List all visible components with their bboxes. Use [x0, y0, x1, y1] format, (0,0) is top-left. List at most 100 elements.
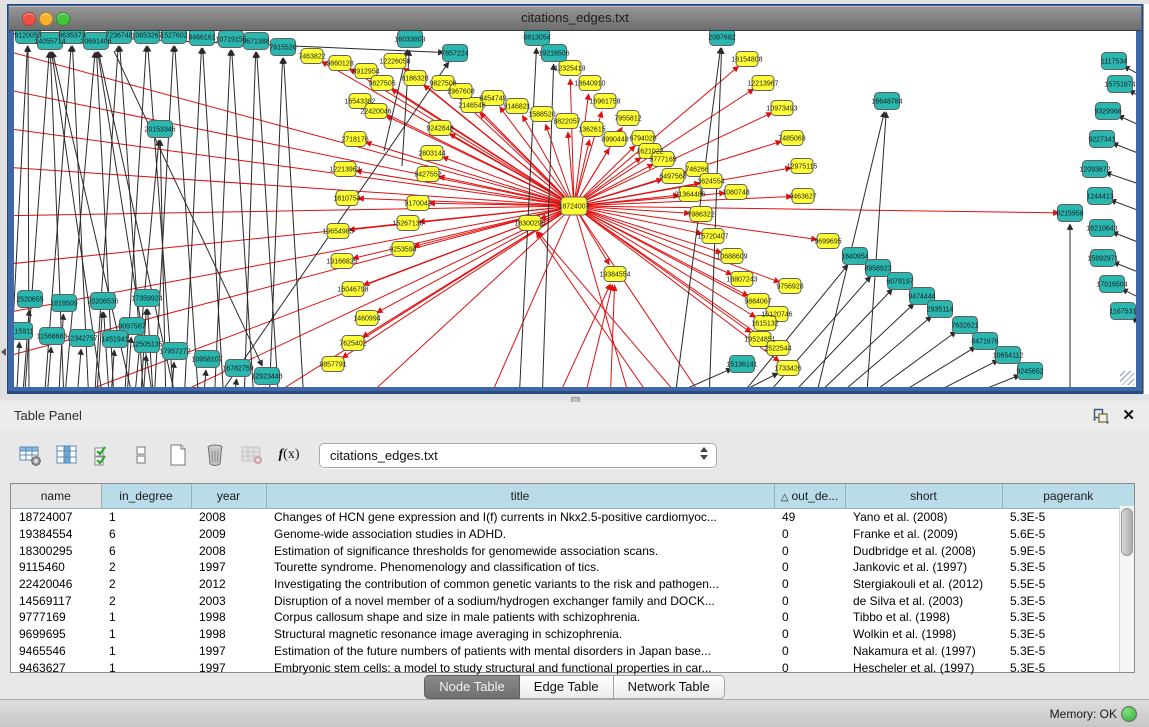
table-cell: 0 — [774, 659, 845, 676]
column-header-title[interactable]: title — [266, 484, 774, 509]
table-gear-button[interactable] — [16, 442, 44, 468]
network-edge[interactable] — [232, 50, 254, 387]
network-edge[interactable] — [1110, 200, 1136, 214]
tab-node-table[interactable]: Node Table — [424, 675, 520, 699]
node-label: 1362615 — [578, 127, 605, 134]
network-edge[interactable] — [16, 342, 19, 387]
table-row[interactable]: 969969511998Structural magnetic resonanc… — [11, 626, 1134, 643]
network-edge[interactable] — [1112, 143, 1136, 157]
column-header-pagerank[interactable]: pagerank — [1002, 484, 1134, 509]
network-window[interactable]: citations_edges.txt 18724007746382298601… — [7, 4, 1143, 394]
window-resize-grip[interactable] — [1120, 371, 1134, 385]
table-row[interactable]: 1830029562008Estimation of significance … — [11, 542, 1134, 559]
node-label: 22420046 — [360, 109, 391, 116]
rows-button[interactable] — [127, 442, 155, 468]
tab-network-table[interactable]: Network Table — [614, 675, 725, 699]
table-chooser-dropdown[interactable]: citations_edges.txt — [319, 443, 717, 468]
table-cell: 18724007 — [11, 509, 101, 526]
network-edge[interactable] — [104, 312, 110, 387]
node-label: 2087682 — [708, 35, 735, 42]
table-scrollbar[interactable] — [1119, 506, 1134, 672]
network-edge[interactable] — [484, 206, 574, 387]
column-header-in_degree[interactable]: in_degree — [101, 484, 191, 509]
table-cell: 0 — [774, 626, 845, 643]
node-label: 7857224 — [441, 51, 468, 58]
table-cell: 2 — [101, 576, 191, 593]
network-edge[interactable] — [203, 48, 224, 387]
close-panel-button[interactable]: ✕ — [1122, 406, 1135, 424]
network-edge[interactable] — [284, 58, 304, 387]
table-cell: 2 — [101, 592, 191, 609]
network-edge[interactable] — [865, 347, 976, 387]
table-row[interactable]: 946362711997Embryonic stem cells: a mode… — [11, 659, 1134, 676]
table-cell: 5.3E-5 — [1002, 592, 1134, 609]
table-cell: 2009 — [191, 526, 266, 543]
table-cell: 1 — [101, 609, 191, 626]
delete-table-button[interactable] — [238, 442, 266, 468]
network-edge[interactable] — [232, 379, 237, 387]
table-cell: 0 — [774, 542, 845, 559]
node-label: 19166825 — [326, 259, 357, 266]
node-label: 9777169 — [649, 157, 676, 164]
network-view[interactable]: 1872400774638229860128891295412226058982… — [14, 31, 1136, 387]
node-label: 15751874 — [1104, 82, 1135, 89]
scrollbar-thumb[interactable] — [1121, 508, 1133, 556]
table-row[interactable]: 1872400712008Changes of HCN gene express… — [11, 509, 1134, 526]
new-column-button[interactable] — [164, 442, 192, 468]
network-edge[interactable] — [269, 58, 283, 387]
node-label: 20153346 — [144, 127, 175, 134]
network-edge[interactable] — [1113, 262, 1136, 276]
network-edge[interactable] — [1118, 116, 1136, 129]
column-header-year[interactable]: year — [191, 484, 266, 509]
table-row[interactable]: 911546021997Tourette syndrome. Phenomeno… — [11, 559, 1134, 576]
node-label: 2146546 — [458, 103, 485, 110]
table-row[interactable]: 977716911998Corpus callosum shape and si… — [11, 609, 1134, 626]
network-edge[interactable] — [254, 206, 574, 387]
node-label: 9253594 — [389, 247, 416, 254]
network-edge[interactable] — [536, 232, 654, 387]
node-label: 1167531 — [1110, 309, 1136, 316]
node-label: 1615132 — [751, 321, 778, 328]
table-cell: 9465546 — [11, 643, 101, 660]
network-edge[interactable] — [214, 50, 230, 387]
network-edge[interactable] — [1105, 173, 1136, 187]
network-edge[interactable] — [1112, 232, 1136, 246]
table-row[interactable]: 2242004622012Investigating the contribut… — [11, 576, 1134, 593]
node-label: 17957272 — [159, 349, 190, 356]
network-edge[interactable] — [353, 206, 574, 258]
node-label: 9170042 — [404, 201, 431, 208]
delete-column-button[interactable] — [201, 442, 229, 468]
table-cell: 5.3E-5 — [1002, 509, 1134, 526]
table-chooser-value: citations_edges.txt — [330, 448, 438, 463]
column-visibility-button[interactable] — [53, 442, 81, 468]
network-edge[interactable] — [202, 370, 206, 387]
network-edge[interactable] — [610, 285, 615, 387]
node-label: 18807243 — [726, 277, 757, 284]
column-header-name[interactable]: name — [11, 484, 101, 509]
selection-mode-button[interactable] — [90, 442, 118, 468]
table-row[interactable]: 1938455462009Genome-wide association stu… — [11, 526, 1134, 543]
network-edge[interactable] — [845, 332, 956, 387]
network-edge[interactable] — [574, 206, 1059, 213]
network-edge[interactable] — [574, 94, 589, 206]
network-edge[interactable] — [14, 166, 574, 206]
tab-edge-table[interactable]: Edge Table — [520, 675, 614, 699]
network-canvas[interactable]: 1872400774638229860128891295412226058982… — [14, 31, 1136, 387]
function-builder-button[interactable]: f(x) — [275, 442, 303, 468]
node-label: 9699695 — [814, 239, 841, 246]
float-panel-button[interactable] — [1093, 408, 1109, 424]
network-edge[interactable] — [175, 46, 199, 387]
node-label: 9097587 — [118, 324, 145, 331]
network-edge[interactable] — [704, 373, 778, 387]
network-edge[interactable] — [14, 46, 574, 206]
column-header-short[interactable]: short — [845, 484, 1002, 509]
table-row[interactable]: 946554611997Estimation of the future num… — [11, 643, 1134, 660]
collapse-arrow-icon[interactable] — [1, 348, 6, 356]
network-edge[interactable] — [76, 349, 81, 387]
table-row[interactable]: 1456911722003Disruption of a novel membe… — [11, 592, 1134, 609]
column-header-out_degree[interactable]: △out_de... — [774, 484, 845, 509]
node-label: 2803144 — [418, 151, 445, 158]
table-cell: 0 — [774, 526, 845, 543]
window-title-bar[interactable]: citations_edges.txt — [9, 6, 1141, 31]
network-edge[interactable] — [888, 360, 998, 387]
